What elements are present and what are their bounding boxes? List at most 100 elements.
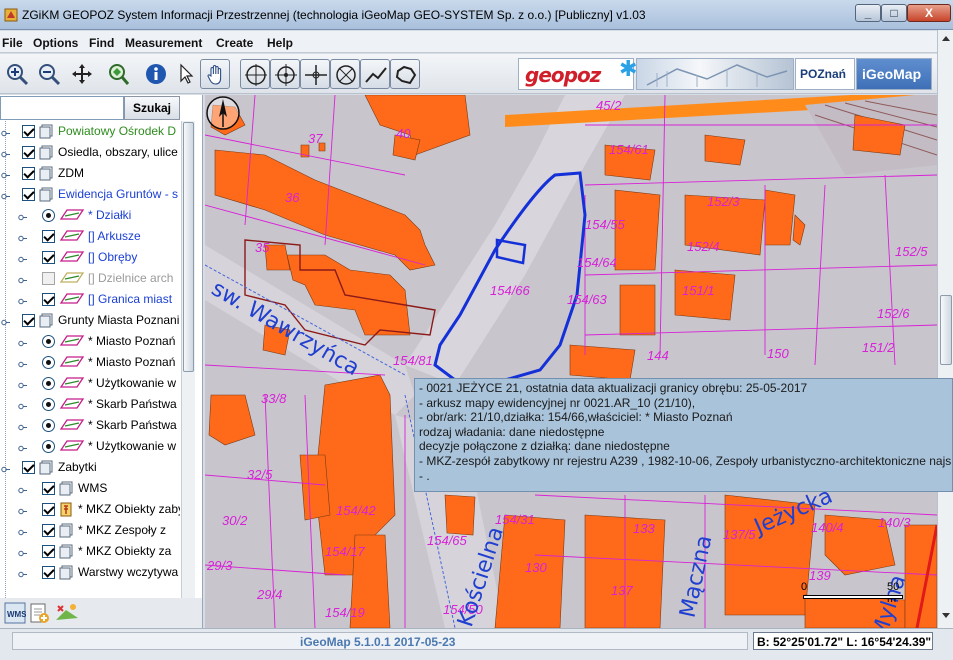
tree-expand-icon[interactable] <box>18 211 27 221</box>
layer-row[interactable]: * Skarb Państwa <box>0 415 180 436</box>
menu-help[interactable]: Help <box>267 36 293 50</box>
layer-row[interactable]: [] Obręby <box>0 247 180 268</box>
menu-create[interactable]: Create <box>216 36 253 50</box>
layer-checkbox[interactable] <box>22 125 35 138</box>
layer-radio[interactable] <box>42 335 55 348</box>
tree-expand-icon[interactable] <box>18 484 27 494</box>
menu-file[interactable]: File <box>2 36 23 50</box>
tree-expand-icon[interactable] <box>18 295 27 305</box>
layer-row[interactable]: ZDM <box>0 163 180 184</box>
tree-expand-icon[interactable] <box>18 505 27 515</box>
tree-expand-icon[interactable] <box>1 148 10 158</box>
layer-row[interactable]: [] Granica miast <box>0 289 180 310</box>
minimize-button[interactable]: _ <box>855 4 881 22</box>
layer-row[interactable]: * Miasto Poznań <box>0 331 180 352</box>
layer-row[interactable]: * MKZ Zespoły z <box>0 520 180 541</box>
map-graphics[interactable] <box>205 95 937 628</box>
select-arrow-icon[interactable] <box>171 59 201 89</box>
tree-expand-icon[interactable] <box>1 463 10 473</box>
layer-row[interactable]: Warstwy wczytywa <box>0 562 180 583</box>
scroll-down-icon[interactable] <box>941 612 951 620</box>
map-canvas[interactable]: 37 40 36 35 45/2 154/61 152/3 154/55 152… <box>205 95 937 628</box>
crosshair-x-icon[interactable] <box>330 59 360 89</box>
layer-checkbox[interactable] <box>42 482 55 495</box>
tree-expand-icon[interactable] <box>18 547 27 557</box>
tree-expand-icon[interactable] <box>18 253 27 263</box>
tree-expand-icon[interactable] <box>18 232 27 242</box>
layer-row[interactable]: Osiedla, obszary, ulice <box>0 142 180 163</box>
layer-radio[interactable] <box>42 419 55 432</box>
tree-expand-icon[interactable] <box>18 358 27 368</box>
layer-row[interactable]: * Skarb Państwa <box>0 394 180 415</box>
crosshair-icon[interactable] <box>270 59 300 89</box>
layer-tree-scroll-thumb[interactable] <box>183 122 194 372</box>
layer-checkbox[interactable] <box>22 461 35 474</box>
menu-find[interactable]: Find <box>89 36 114 50</box>
zoom-out-icon[interactable] <box>34 59 64 89</box>
layer-row[interactable]: Ewidencja Gruntów - s <box>0 184 180 205</box>
tree-expand-icon[interactable] <box>18 568 27 578</box>
tree-expand-icon[interactable] <box>18 379 27 389</box>
layer-checkbox[interactable] <box>42 293 55 306</box>
map-layers-icon[interactable] <box>54 602 80 624</box>
pan-arrows-icon[interactable] <box>67 59 97 89</box>
menu-measurement[interactable]: Measurement <box>125 36 202 50</box>
window-scrollbar[interactable] <box>937 30 953 628</box>
layer-checkbox[interactable] <box>42 272 55 285</box>
layer-checkbox[interactable] <box>42 566 55 579</box>
layer-checkbox[interactable] <box>22 167 35 180</box>
layer-tree-scrollbar[interactable] <box>181 121 195 598</box>
layer-row[interactable]: * MKZ Obiekty zaby <box>0 499 180 520</box>
layer-row[interactable]: WMS <box>0 478 180 499</box>
layer-row[interactable]: [] Arkusze <box>0 226 180 247</box>
layer-checkbox[interactable] <box>22 314 35 327</box>
tree-expand-icon[interactable] <box>18 421 27 431</box>
tree-expand-icon[interactable] <box>1 190 10 200</box>
layer-row[interactable]: Powiatowy Ośrodek D <box>0 121 180 142</box>
tree-expand-icon[interactable] <box>18 442 27 452</box>
tree-expand-icon[interactable] <box>1 127 10 137</box>
crosshair-circle-icon[interactable] <box>240 59 270 89</box>
polygon-icon[interactable] <box>390 59 420 89</box>
close-button[interactable]: X <box>907 4 951 22</box>
wms-add-icon[interactable]: WMS <box>4 602 26 624</box>
layer-radio[interactable] <box>42 356 55 369</box>
scroll-up-icon[interactable] <box>941 34 951 42</box>
menu-options[interactable]: Options <box>33 36 78 50</box>
layer-row[interactable]: * Użytkowanie w <box>0 373 180 394</box>
zoom-extent-icon[interactable] <box>103 59 133 89</box>
layer-radio[interactable] <box>42 398 55 411</box>
layer-checkbox[interactable] <box>42 230 55 243</box>
search-button[interactable]: Szukaj <box>124 96 180 120</box>
layer-row[interactable]: * MKZ Obiekty za <box>0 541 180 562</box>
tree-expand-icon[interactable] <box>1 316 10 326</box>
layer-checkbox[interactable] <box>22 188 35 201</box>
layer-row[interactable]: [] Dzielnice arch <box>0 268 180 289</box>
tree-expand-icon[interactable] <box>1 169 10 179</box>
layer-row[interactable]: * Użytkowanie w <box>0 436 180 457</box>
layer-checkbox[interactable] <box>42 545 55 558</box>
hand-icon[interactable] <box>200 59 230 89</box>
layer-radio[interactable] <box>42 209 55 222</box>
search-input[interactable] <box>0 96 124 120</box>
polyline-icon[interactable] <box>360 59 390 89</box>
layer-checkbox[interactable] <box>42 524 55 537</box>
layer-checkbox[interactable] <box>22 146 35 159</box>
layer-radio[interactable] <box>42 377 55 390</box>
tree-expand-icon[interactable] <box>18 400 27 410</box>
layer-row[interactable]: * Działki <box>0 205 180 226</box>
crosshair-line-icon[interactable] <box>300 59 330 89</box>
tree-expand-icon[interactable] <box>18 337 27 347</box>
layer-checkbox[interactable] <box>42 503 55 516</box>
window-scroll-thumb[interactable] <box>940 295 952 365</box>
layer-row[interactable]: * Miasto Poznań <box>0 352 180 373</box>
tree-expand-icon[interactable] <box>18 526 27 536</box>
layer-row[interactable]: Grunty Miasta Poznani <box>0 310 180 331</box>
maximize-button[interactable]: □ <box>881 4 907 22</box>
layer-row[interactable]: Zabytki <box>0 457 180 478</box>
add-layer-icon[interactable] <box>28 602 50 624</box>
layer-checkbox[interactable] <box>42 251 55 264</box>
layer-radio[interactable] <box>42 440 55 453</box>
tree-expand-icon[interactable] <box>18 274 27 284</box>
info-icon[interactable] <box>141 59 171 89</box>
